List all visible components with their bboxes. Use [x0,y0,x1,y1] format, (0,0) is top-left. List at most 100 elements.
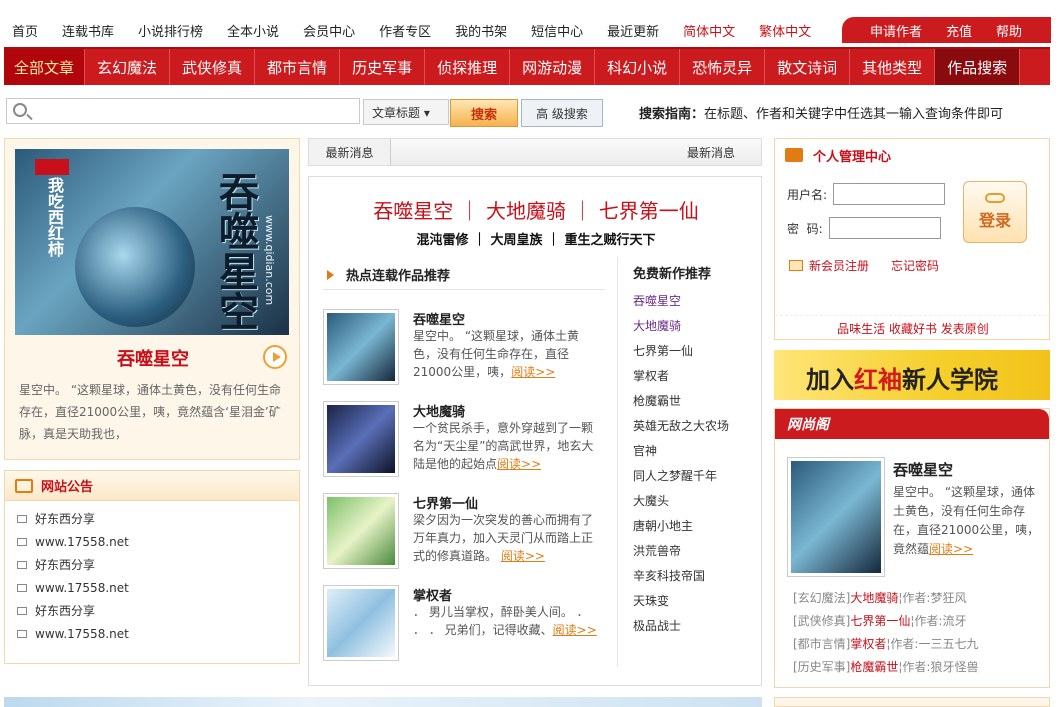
password-row: 密 码: [787,217,941,239]
news-tab-left[interactable]: 最新消息 [309,139,391,165]
top-nav-updates[interactable]: 最近更新 [607,21,659,40]
free-list-item[interactable]: 天珠变 [633,592,753,617]
read-more-link[interactable]: 阅读>> [511,365,555,379]
top-nav-ranking[interactable]: 小说排行榜 [138,21,203,40]
book-thumbnail[interactable] [323,309,399,385]
academy-banner[interactable]: 加入红袖新人学院 [774,350,1050,400]
category-label[interactable]: [武侠修真] [793,614,850,628]
free-list-item[interactable]: 极品战士 [633,617,753,642]
notice-item[interactable]: 好东西分享 [17,507,299,530]
top-nav-complete[interactable]: 全本小说 [227,21,279,40]
book-link[interactable]: 七界第一仙 [850,614,910,628]
shop-panel: 网尚阁 吞噬星空 星空中。 “这颗星球，通体土黄色，没有任何生命存在，直径210… [774,408,1050,688]
notice-item[interactable]: 好东西分享 [17,599,299,622]
main-nav-poetry[interactable]: 散文诗词 [765,49,851,85]
bullet-icon [17,606,27,615]
featured-title[interactable]: 吞噬星空 [5,345,301,371]
main-nav-game[interactable]: 网游动漫 [510,49,596,85]
recharge-link[interactable]: 充值 [946,21,972,40]
main-nav-scifi[interactable]: 科幻小说 [595,49,681,85]
search-input[interactable] [37,102,352,120]
main-nav-urban[interactable]: 都市言情 [255,49,341,85]
top-nav-serial[interactable]: 连载书库 [62,21,114,40]
top-nav-messages[interactable]: 短信中心 [531,21,583,40]
top-nav-member[interactable]: 会员中心 [303,21,355,40]
book-title[interactable]: 吞噬星空 [413,309,465,328]
username-field[interactable] [833,183,946,205]
main-nav-detective[interactable]: 侦探推理 [425,49,511,85]
notice-item[interactable]: www.17558.net [17,530,299,553]
main-nav-fantasy[interactable]: 玄幻魔法 [85,49,171,85]
shop-list-item: [历史军事]枪魔霸世¦作者:狼牙怪兽 [793,658,979,681]
notice-item[interactable]: www.17558.net [17,622,299,645]
search-button[interactable]: 搜索 [450,99,518,127]
free-list: 吞噬星空 大地魔骑 七界第一仙 掌权者 枪魔霸世 英雄无敌之大农场 官神 同人之… [633,292,753,642]
book-thumbnail[interactable] [323,493,399,569]
main-nav-search[interactable]: 作品搜索 [935,49,1021,85]
news-tab-right[interactable]: 最新消息 [687,139,735,165]
free-list-item[interactable]: 洪荒兽帝 [633,542,753,567]
book-thumbnail[interactable] [323,401,399,477]
free-list-item[interactable]: 七界第一仙 [633,342,753,367]
top-nav-simplified[interactable]: 简体中文 [683,21,735,40]
hot-titles-line2[interactable]: 混沌雷修 ｜ 大周皇族 ｜ 重生之贼行天下 [309,229,763,248]
hot-titles-line1[interactable]: 吞噬星空 ｜ 大地魔骑 ｜ 七界第一仙 [309,195,763,224]
free-list-item[interactable]: 官神 [633,442,753,467]
category-label[interactable]: [玄幻魔法] [793,591,850,605]
notice-header: 网站公告 [5,471,299,501]
read-more-link[interactable]: 阅读>> [497,457,541,471]
free-list-item[interactable]: 吞噬星空 [633,292,753,317]
register-link[interactable]: 新会员注册 [809,257,869,274]
main-nav-wuxia[interactable]: 武侠修真 [170,49,256,85]
book-link[interactable]: 枪魔霸世 [850,660,898,674]
read-more-link[interactable]: 阅读>> [929,542,973,556]
main-nav-horror[interactable]: 恐怖灵异 [680,49,766,85]
book-link[interactable]: 大地魔骑 [850,591,898,605]
free-list-item[interactable]: 唐朝小地主 [633,517,753,542]
login-footer-links[interactable]: 品味生活 收藏好书 发表原创 [775,315,1051,337]
free-list-item[interactable]: 同人之梦醒千年 [633,467,753,492]
author-sep: ¦作者: [898,660,931,674]
recommend-panel: 吞噬星空 ｜ 大地魔骑 ｜ 七界第一仙 混沌雷修 ｜ 大周皇族 ｜ 重生之贼行天… [308,176,762,686]
category-label[interactable]: [历史军事] [793,660,850,674]
hot-section-title: 热点连载作品推荐 [327,265,450,284]
help-link[interactable]: 帮助 [996,21,1022,40]
main-nav-all[interactable]: 全部文章 [4,49,86,85]
top-nav-home[interactable]: 首页 [12,21,38,40]
cover-url-text: www.qidian.com [263,215,276,306]
free-new-works: 免费新作推荐 吞噬星空 大地魔骑 七界第一仙 掌权者 枪魔霸世 英雄无敌之大农场… [633,263,753,642]
book-link[interactable]: 掌权者 [850,637,886,651]
free-list-item[interactable]: 大魔头 [633,492,753,517]
read-more-link[interactable]: 阅读>> [501,549,545,563]
search-type-select[interactable]: 文章标题 ▾ [363,99,449,125]
password-field[interactable] [828,217,941,239]
apply-author-link[interactable]: 申请作者 [870,21,922,40]
book-title[interactable]: 大地魔骑 [413,401,465,420]
book-title[interactable]: 掌权者 [413,585,452,604]
book-title[interactable]: 七界第一仙 [413,493,478,512]
top-nav-author[interactable]: 作者专区 [379,21,431,40]
main-nav-history[interactable]: 历史军事 [340,49,426,85]
top-nav-traditional[interactable]: 繁体中文 [759,21,811,40]
free-list-item[interactable]: 英雄无敌之大农场 [633,417,753,442]
notice-item[interactable]: www.17558.net [17,576,299,599]
category-label[interactable]: [都市言情] [793,637,850,651]
free-list-item[interactable]: 辛亥科技帝国 [633,567,753,592]
next-arrow-icon[interactable] [263,345,287,369]
book-thumbnail[interactable] [323,585,399,661]
main-nav-other[interactable]: 其他类型 [850,49,936,85]
featured-cover-image[interactable]: 我吃西红柿 吞噬星空 www.qidian.com [15,149,289,335]
free-list-item[interactable]: 掌权者 [633,367,753,392]
shop-book-title[interactable]: 吞噬星空 [893,459,953,480]
read-more-link[interactable]: 阅读>> [553,623,597,637]
bottom-banner-strip [4,697,762,707]
top-nav-bookshelf[interactable]: 我的书架 [455,21,507,40]
free-list-item[interactable]: 大地魔骑 [633,317,753,342]
notice-item[interactable]: 好东西分享 [17,553,299,576]
free-list-item[interactable]: 枪魔霸世 [633,392,753,417]
login-button[interactable]: 登录 [963,181,1027,243]
shop-list-item: [武侠修真]七界第一仙¦作者:流牙 [793,612,979,635]
shop-book-cover[interactable] [787,457,885,577]
forgot-password-link[interactable]: 忘记密码 [891,257,939,274]
advanced-search-button[interactable]: 高 级搜索 [521,99,603,127]
